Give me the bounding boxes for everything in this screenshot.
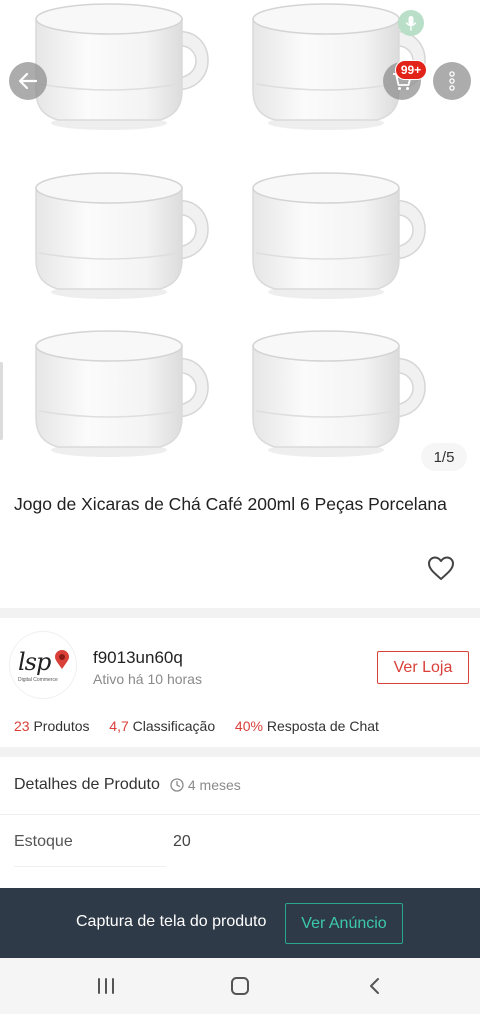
row-divider [0,814,480,815]
mic-icon [405,16,417,31]
home-button[interactable] [210,958,270,1014]
view-listing-button[interactable]: Ver Anúncio [285,903,403,944]
visit-store-button[interactable]: Ver Loja [377,651,469,684]
store-name[interactable]: f9013un60q [93,648,183,668]
listing-age-text: 4 meses [187,777,241,793]
rating-label: Classificação [132,718,216,734]
home-icon [231,977,249,995]
clock-icon [170,778,184,792]
store-active-status: Ativo há 10 horas [93,671,202,687]
chat-response-rate: 40% [234,718,263,734]
heart-icon [428,556,454,580]
products-label: Produtos [33,718,90,734]
recent-apps-icon [98,978,114,994]
cart-count-badge: 99+ [395,60,427,80]
store-logo-text: lsp [18,648,51,676]
back-arrow-icon [18,72,38,90]
favorite-button[interactable] [426,554,456,582]
system-navigation-bar [0,958,480,1014]
products-count: 23 [14,718,30,734]
section-divider [0,747,480,757]
more-options-button[interactable] [433,62,471,100]
more-options-icon [449,71,455,91]
row-divider [14,866,166,867]
stock-value: 20 [173,833,191,850]
store-stats: 23 Produtos 4,7 Classificação 40% Respos… [14,718,379,734]
listing-age: 4 meses [170,777,241,793]
image-page-indicator: 1/5 [421,443,467,471]
product-details-title: Detalhes de Produto [14,776,160,793]
back-button[interactable] [9,62,47,100]
side-panel-handle[interactable] [0,362,3,440]
product-image-gallery[interactable]: 99+ 1/5 [0,0,480,480]
product-details-header: Detalhes de Produto 4 meses [14,776,241,794]
voice-search-button[interactable] [398,10,424,36]
rating-value: 4,7 [109,718,129,734]
section-divider [0,608,480,618]
back-icon [370,978,379,994]
capture-bar-text: Captura de tela do produto [76,913,267,930]
location-pin-icon [55,650,69,669]
stock-label: Estoque [14,833,73,850]
product-title: Jogo de Xicaras de Chá Café 200ml 6 Peça… [14,494,447,514]
chat-response-label: Resposta de Chat [266,718,379,734]
recent-apps-button[interactable] [76,958,136,1014]
system-back-button[interactable] [345,958,405,1014]
store-logo-subtext: Digital Commerce [18,677,58,683]
store-logo[interactable]: lsp Digital Commerce [10,632,76,698]
